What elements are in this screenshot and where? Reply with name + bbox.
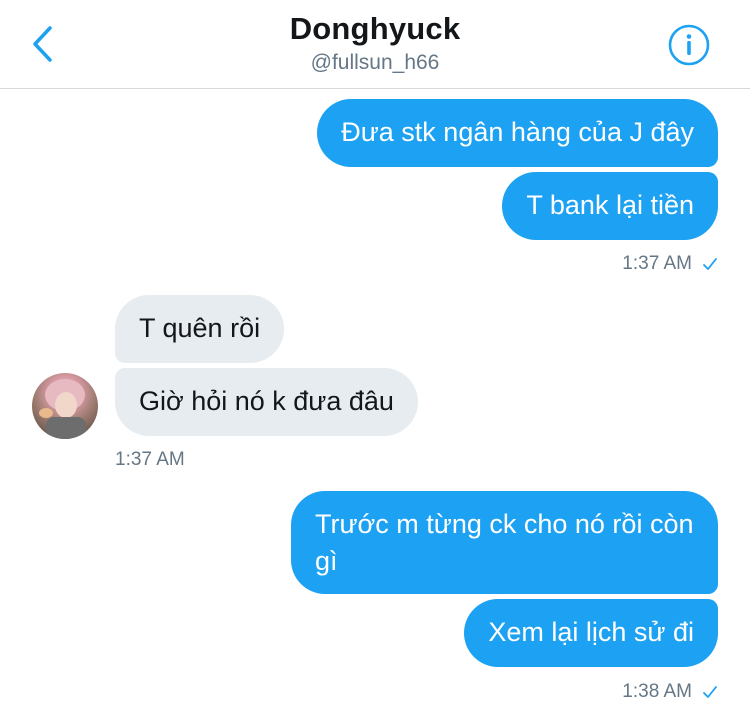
contact-handle: @fullsun_h66 [310, 51, 440, 74]
conversation-header: Donghyuck @fullsun_h66 [0, 0, 750, 89]
message-timestamp: 1:37 AM [622, 252, 718, 276]
timestamp-text: 1:37 AM [115, 449, 185, 470]
info-circle-icon [668, 24, 710, 66]
message-bubble-received[interactable]: Giờ hỏi nó k đưa đâu [115, 368, 418, 436]
message-bubble-received[interactable]: T quên rồi [115, 295, 285, 363]
contact-avatar[interactable] [32, 373, 98, 439]
avatar-image [39, 379, 86, 439]
message-timestamp: 1:37 AM [115, 448, 185, 472]
message-bubble-sent[interactable]: T bank lại tiền [502, 172, 718, 240]
contact-name: Donghyuck [289, 11, 461, 46]
info-button[interactable] [668, 24, 710, 66]
message-bubble-sent[interactable]: Đưa stk ngân hàng của J đây [317, 99, 718, 167]
message-bubble-sent[interactable]: Trước m từng ck cho nó rồi còn gì [291, 491, 718, 594]
message-bubble-sent[interactable]: Xem lại lịch sử đi [464, 599, 718, 667]
timestamp-text: 1:38 AM [622, 681, 692, 702]
checkmark-icon [702, 257, 718, 271]
checkmark-icon [702, 685, 718, 699]
dm-conversation-screen: Donghyuck @fullsun_h66 Đưa stk ngân hàng… [0, 0, 750, 716]
message-timestamp: 1:38 AM [622, 680, 718, 704]
timestamp-text: 1:37 AM [622, 253, 692, 274]
conversation-title-block[interactable]: Donghyuck @fullsun_h66 [0, 10, 750, 77]
